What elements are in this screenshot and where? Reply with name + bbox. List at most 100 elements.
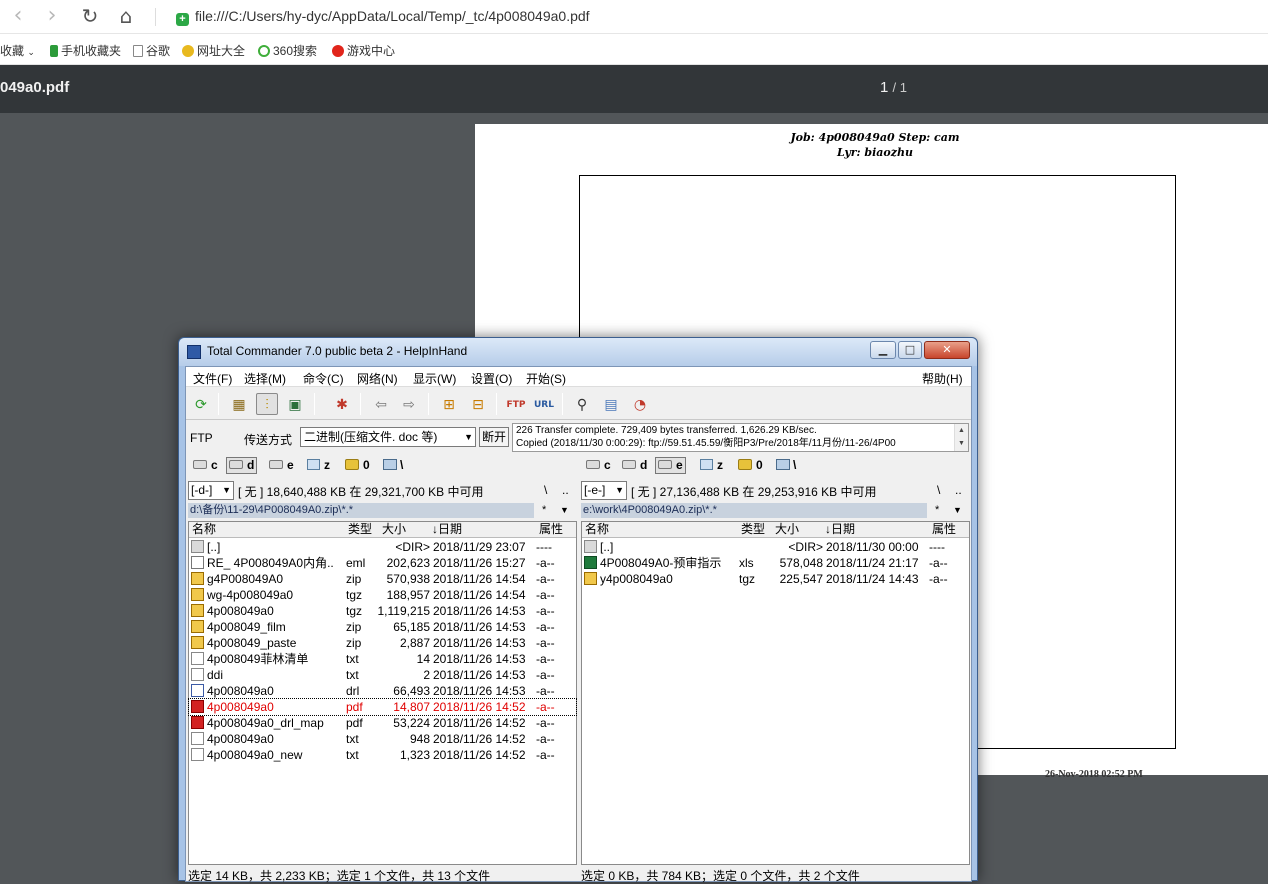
file-row[interactable]: 4p008049_paste zip 2,887 2018/11/26 14:53 -a… [189,635,576,651]
bookmark-hao123[interactable]: 网址大全 [182,42,245,59]
back-icon[interactable]: ‹ [6,5,30,29]
browser-address-bar: ‹ › ↻ ⌂ + file:///C:/Users/hy-dyc/AppData… [0,0,1268,34]
col-attr[interactable]: 属性 [932,522,956,537]
menu-command[interactable]: 命令(C) [303,370,344,387]
file-row[interactable]: 4p008049a0 tgz 1,119,215 2018/11/26 14:53 -a… [189,603,576,619]
file-row[interactable]: 4p008049a0 txt 948 2018/11/26 14:52 -a-- [189,731,576,747]
col-size[interactable]: 大小 [382,522,406,537]
history-chevron-icon[interactable]: ▼ [953,503,962,518]
file-row[interactable]: [..] <DIR> 2018/11/30 00:00 ---- [582,539,969,555]
ftp-log-scrollbar[interactable]: ▲ ▼ [954,424,968,451]
col-attr[interactable]: 属性 [539,522,563,537]
root-button[interactable]: \ [544,483,547,497]
url-field[interactable]: + file:///C:/Users/hy-dyc/AppData/Local/T… [176,8,590,26]
search-icon[interactable]: ⚲ [571,393,593,415]
file-row[interactable]: 4p008049_film zip 65,185 2018/11/26 14:53 -a… [189,619,576,635]
file-row[interactable]: 4p008049a0 drl 66,493 2018/11/26 14:53 -a-- [189,683,576,699]
file-row[interactable]: 4p008049菲林清单 txt 14 2018/11/26 14:53 -a-- [189,651,576,667]
invert-selection-icon[interactable]: ✱ [331,393,353,415]
drive-button-e[interactable]: e [266,457,297,474]
file-row[interactable]: RE_ 4P008049A0内角.. eml 202,623 2018/11/26 1… [189,555,576,571]
root-button[interactable]: \ [937,483,940,497]
file-size: 65,185 [393,620,430,634]
unpack-icon[interactable]: ⊟ [467,393,489,415]
menu-view[interactable]: 显示(W) [413,370,456,387]
minimize-button[interactable]: ▁ [870,341,896,359]
right-path[interactable]: e:\work\4P008049A0.zip\*.* [581,503,927,518]
parent-button[interactable]: .. [955,483,962,497]
home-icon[interactable]: ⌂ [114,5,138,29]
file-row[interactable]: g4P008049A0 zip 570,938 2018/11/26 14:54 -a-… [189,571,576,587]
transfer-mode-select[interactable]: 二进制(压缩文件. doc 等) ▼ [300,427,476,447]
tree-view-icon[interactable]: ⫶ [256,393,278,415]
drive-button-0[interactable]: 0 [735,457,766,474]
disconnect-button[interactable]: 断开 [479,427,509,447]
menu-network[interactable]: 网络(N) [357,370,398,387]
filter[interactable]: * [542,503,546,518]
menu-start[interactable]: 开始(S) [526,370,566,387]
left-file-panel[interactable]: 名称 类型 大小 ↓日期 属性 [..] <DIR> 2018/11/29 23:0… [188,521,577,865]
drive-button-d[interactable]: d [226,457,258,474]
file-row[interactable]: y4p008049a0 tgz 225,547 2018/11/24 14:43 -a-… [582,571,969,587]
file-row[interactable]: 4P008049A0-预审指示 xls 578,048 2018/11/24 21:1… [582,555,969,571]
file-size: 578,048 [779,556,823,570]
menu-help[interactable]: 帮助(H) [922,370,963,387]
drive-button-network[interactable]: \ [773,457,799,474]
file-size: 225,547 [779,572,823,586]
window-titlebar[interactable]: Total Commander 7.0 public beta 2 - Help… [179,338,977,366]
file-row[interactable]: ddi txt 2 2018/11/26 14:53 -a-- [189,667,576,683]
col-type[interactable]: 类型 [741,522,765,537]
left-path[interactable]: d:\备份\11-29\4P008049A0.zip\*.* [188,503,534,518]
file-row[interactable]: 4p008049a0_drl_map pdf 53,224 2018/11/26 14… [189,715,576,731]
page-current[interactable]: 1 [880,79,888,96]
brief-view-icon[interactable]: ▦ [228,393,250,415]
refresh-icon[interactable]: ⟳ [190,393,212,415]
drive-button-c[interactable]: c [190,457,221,474]
calculator-icon[interactable]: ▤ [600,393,622,415]
col-name[interactable]: 名称 [585,522,609,537]
right-file-panel[interactable]: 名称 类型 大小 ↓日期 属性 [..] <DIR> 2018/11/30 00:0… [581,521,970,865]
bookmark-favorites[interactable]: 收藏 ⌄ [0,42,35,59]
drive-button-z[interactable]: z [697,457,726,474]
back-nav-icon[interactable]: ⇦ [370,393,392,415]
col-date[interactable]: ↓日期 [432,522,462,537]
menu-settings[interactable]: 设置(O) [471,370,512,387]
bookmark-games[interactable]: 游戏中心 [332,42,395,59]
drive-button-network[interactable]: \ [380,457,406,474]
filter[interactable]: * [935,503,939,518]
file-row[interactable]: [..] <DIR> 2018/11/29 23:07 ---- [189,539,576,555]
forward-icon[interactable]: › [40,5,64,29]
file-row[interactable]: wg-4p008049a0 tgz 188,957 2018/11/26 14:54-… [189,587,576,603]
bookmark-360search[interactable]: 360搜索 [258,42,317,59]
drive-button-0[interactable]: 0 [342,457,373,474]
maximize-button[interactable]: □ [898,341,922,359]
file-row[interactable]: 4p008049a0_new txt 1,323 2018/11/26 14:52 -a… [189,747,576,763]
drive-button-d[interactable]: d [619,457,650,474]
col-date[interactable]: ↓日期 [825,522,855,537]
url-connect-icon[interactable]: URL [533,393,555,415]
reload-icon[interactable]: ↻ [78,5,102,29]
disk-usage-icon[interactable]: ◔ [629,393,651,415]
col-name[interactable]: 名称 [192,522,216,537]
ftp-connect-icon[interactable]: FTP [505,393,527,415]
bookmark-google[interactable]: 谷歌 [133,42,170,59]
forward-nav-icon[interactable]: ⇨ [398,393,420,415]
drive-button-c[interactable]: c [583,457,614,474]
url-text: file:///C:/Users/hy-dyc/AppData/Local/Te… [195,8,590,24]
history-chevron-icon[interactable]: ▼ [560,503,569,518]
left-drive-select[interactable]: [-d-] ▼ [188,481,234,500]
col-type[interactable]: 类型 [348,522,372,537]
drive-button-z[interactable]: z [304,457,333,474]
ftp-log[interactable]: 226 Transfer complete. 729,409 bytes tra… [512,423,969,452]
thumbnail-view-icon[interactable]: ▣ [284,393,306,415]
pack-icon[interactable]: ⊞ [438,393,460,415]
right-drive-select[interactable]: [-e-] ▼ [581,481,627,500]
col-size[interactable]: 大小 [775,522,799,537]
parent-button[interactable]: .. [562,483,569,497]
menu-select[interactable]: 选择(M) [244,370,286,387]
file-row[interactable]: 4p008049a0 pdf 14,807 2018/11/26 14:52 -a-- [188,698,577,716]
drive-button-e[interactable]: e [655,457,686,474]
menu-file[interactable]: 文件(F) [193,370,232,387]
close-button[interactable]: ✕ [924,341,970,359]
bookmark-mobile[interactable]: 手机收藏夹 [50,42,121,59]
